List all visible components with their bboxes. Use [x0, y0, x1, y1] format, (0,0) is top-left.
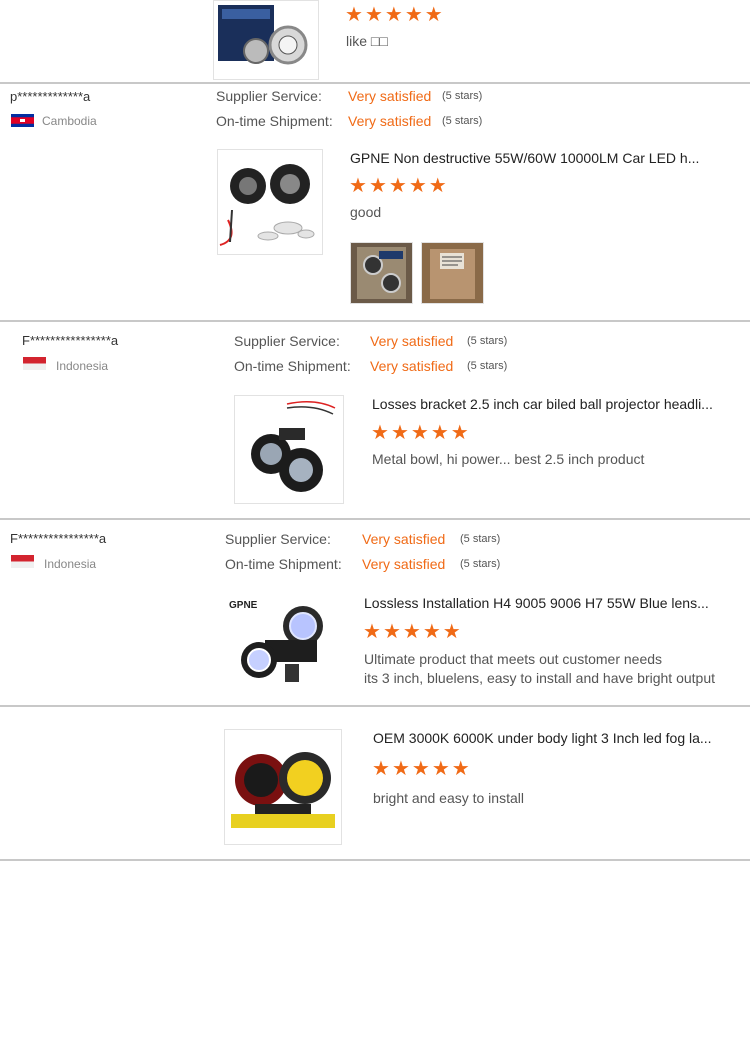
star-icon: ★ — [368, 173, 387, 197]
product-thumbnail[interactable] — [224, 729, 342, 845]
shipment-stars: (5 stars) — [442, 115, 483, 127]
product-thumbnail[interactable] — [213, 0, 319, 80]
review-divider — [0, 320, 750, 322]
product-title[interactable]: Lossless Installation H4 9005 9006 H7 55… — [364, 595, 709, 611]
review-comment: bright and easy to install — [373, 790, 524, 806]
star-icon: ★ — [431, 756, 450, 780]
shipment-label: On-time Shipment: — [225, 556, 342, 572]
shipment-value: Very satisfied — [348, 113, 432, 129]
star-icon: ★ — [391, 756, 410, 780]
gpne-logo: GPNE — [229, 600, 258, 611]
supplier-service-stars: (5 stars) — [467, 335, 508, 347]
indonesia-flag-icon — [11, 555, 34, 568]
product-thumbnail[interactable] — [234, 395, 344, 504]
indonesia-flag-icon — [23, 357, 46, 370]
product-rating: ★ ★ ★ ★ ★ — [372, 758, 470, 778]
supplier-service-label: Supplier Service: — [216, 88, 322, 104]
star-icon: ★ — [349, 173, 367, 197]
review-comment-line: Ultimate product that meets out customer… — [364, 651, 663, 667]
star-icon: ★ — [363, 619, 381, 643]
shipment-value: Very satisfied — [362, 556, 446, 572]
reviewer-country: Indonesia — [44, 557, 97, 571]
star-icon: ★ — [404, 2, 423, 26]
shipment-stars: (5 stars) — [460, 558, 501, 570]
star-icon: ★ — [451, 756, 470, 780]
shipment-value: Very satisfied — [370, 358, 454, 374]
star-icon: ★ — [408, 173, 427, 197]
review-divider — [0, 859, 750, 861]
star-icon: ★ — [402, 619, 421, 643]
star-icon: ★ — [384, 2, 403, 26]
star-icon: ★ — [388, 173, 407, 197]
star-icon: ★ — [450, 420, 469, 444]
star-icon: ★ — [428, 173, 447, 197]
product-rating: ★ ★ ★ ★ ★ — [371, 422, 469, 442]
review-photo[interactable] — [421, 242, 484, 304]
supplier-service-stars: (5 stars) — [460, 533, 501, 545]
supplier-service-value: Very satisfied — [348, 88, 432, 104]
review-divider — [0, 518, 750, 520]
supplier-service-value: Very satisfied — [362, 531, 446, 547]
star-icon: ★ — [430, 420, 449, 444]
shipment-label: On-time Shipment: — [234, 358, 351, 374]
product-title[interactable]: Losses bracket 2.5 inch car biled ball p… — [372, 396, 713, 412]
product-title[interactable]: GPNE Non destructive 55W/60W 10000LM Car… — [350, 150, 699, 166]
cambodia-flag-icon — [11, 114, 34, 127]
shipment-stars: (5 stars) — [467, 360, 508, 372]
review-divider — [0, 82, 750, 84]
review-divider — [0, 705, 750, 707]
star-icon: ★ — [364, 2, 383, 26]
star-icon: ★ — [382, 619, 401, 643]
product-rating: ★ ★ ★ ★ ★ — [363, 621, 461, 641]
star-icon: ★ — [424, 2, 443, 26]
supplier-service-label: Supplier Service: — [225, 531, 331, 547]
star-icon: ★ — [345, 2, 363, 26]
product-rating: ★ ★ ★ ★ ★ — [349, 175, 447, 195]
review-photo[interactable] — [350, 242, 413, 304]
review-comment: like □□ — [346, 33, 388, 49]
shipment-label: On-time Shipment: — [216, 113, 333, 129]
reviewer-country: Cambodia — [42, 114, 97, 128]
reviewer-name: F****************a — [22, 333, 119, 348]
star-icon: ★ — [390, 420, 409, 444]
reviewer-name: F****************a — [10, 531, 107, 546]
product-title[interactable]: OEM 3000K 6000K under body light 3 Inch … — [373, 730, 712, 746]
supplier-service-label: Supplier Service: — [234, 333, 340, 349]
star-icon: ★ — [411, 756, 430, 780]
review-comment: good — [350, 204, 382, 220]
supplier-service-stars: (5 stars) — [442, 90, 483, 102]
reviewer-name: p*************a — [10, 89, 91, 104]
product-thumbnail[interactable] — [217, 149, 323, 255]
review-comment-line: its 3 inch, bluelens, easy to install an… — [364, 670, 715, 686]
star-icon: ★ — [410, 420, 429, 444]
star-icon: ★ — [442, 619, 461, 643]
product-rating: ★ ★ ★ ★ ★ — [345, 4, 443, 24]
star-icon: ★ — [372, 756, 390, 780]
supplier-service-value: Very satisfied — [370, 333, 454, 349]
star-icon: ★ — [371, 420, 389, 444]
star-icon: ★ — [422, 619, 441, 643]
review-comment: Metal bowl, hi power... best 2.5 inch pr… — [372, 451, 645, 467]
reviewer-country: Indonesia — [56, 359, 109, 373]
product-thumbnail[interactable]: GPNE — [224, 591, 338, 700]
